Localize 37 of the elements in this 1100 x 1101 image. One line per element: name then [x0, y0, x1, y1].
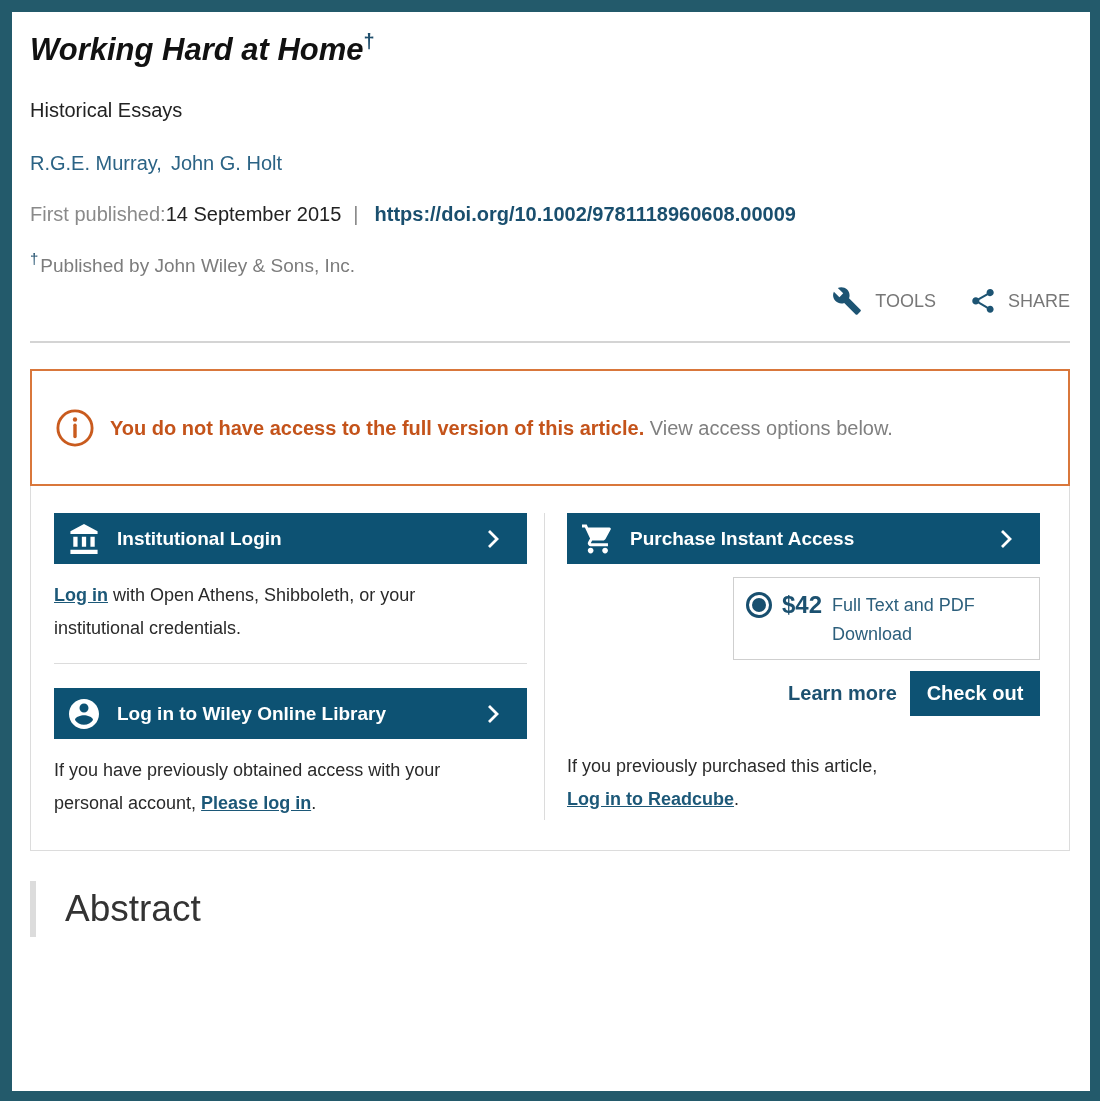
library-login-note: If you have previously obtained access with your personal account, Please log in. [54, 759, 442, 815]
user-icon [69, 698, 99, 729]
tools-button[interactable]: TOOLS [833, 287, 936, 315]
access-alert-message: You do not have access to the full version of this article. View access options below. [110, 415, 893, 441]
library-login-button[interactable]: Log in to Wiley Online Library [54, 688, 527, 739]
cart-icon [582, 523, 612, 554]
radio-button[interactable] [746, 592, 772, 618]
article-title: Working Hard at Home$^{†}$ [30, 30, 375, 69]
book-title: Historical Essays [30, 98, 183, 123]
learn-more-link[interactable]: Learn more [788, 682, 897, 705]
info-icon [56, 408, 94, 447]
option-description: Full Text and PDF Download [832, 594, 976, 646]
login-link[interactable]: Log in [54, 585, 108, 605]
check-out-button[interactable]: Check out [910, 671, 1040, 716]
price-option[interactable]: $42 Full Text and PDF Download [733, 577, 1040, 660]
author-link[interactable]: John G. Holt [170, 149, 283, 177]
login-link[interactable]: Please log in [201, 793, 312, 813]
share-button[interactable]: SHARE [972, 287, 1070, 315]
readcube-link[interactable]: Log in to Readcube [567, 789, 734, 809]
wrench-icon [833, 287, 862, 315]
abstract-heading: Abstract [30, 881, 201, 937]
price: $42 [782, 591, 823, 619]
share-icon [972, 289, 994, 313]
publisher-footnote: $^{†}$Published by John Wiley & Sons, Inc. [30, 252, 356, 278]
institutional-login-button[interactable]: Institutional Login [54, 513, 527, 564]
purchase-access-button[interactable]: Purchase Instant Access [567, 513, 1040, 564]
separator: | [353, 202, 359, 227]
doi-link[interactable]: https://doi.org/10.1002/9781118960608.00009 [374, 200, 796, 228]
author-link[interactable]: R.G.E. Murray, [30, 149, 162, 177]
readcube-note: If you previously purchased this article, Log in to Readcube. [567, 755, 879, 811]
chevron-icon [1000, 528, 1012, 549]
institutional-login-note: Log in with Open Athens, Shibboleth, or your institutional credentials. [54, 584, 417, 640]
chevron-icon [487, 528, 499, 549]
published-label: First published: [30, 202, 166, 227]
chevron-icon [487, 703, 499, 724]
institution-icon [69, 523, 99, 554]
published-date: 14 September 2015 [165, 202, 342, 227]
